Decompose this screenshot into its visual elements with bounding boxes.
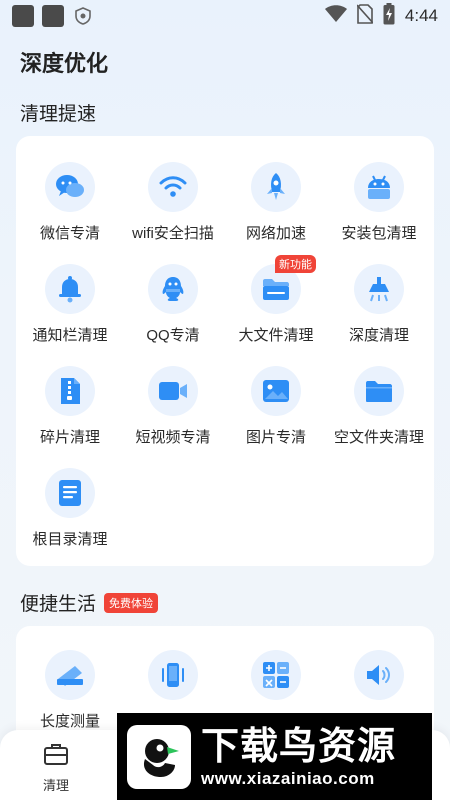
watermark-title: 下载鸟资源 xyxy=(201,725,397,768)
toolbox-icon xyxy=(43,742,69,771)
tool-phone-shake[interactable] xyxy=(121,650,225,700)
tool-root-dir-clean[interactable]: 根目录清理 xyxy=(18,468,122,549)
tool-label: 空文件夹清理 xyxy=(333,429,424,446)
tool-label: 长度测量 xyxy=(39,713,100,730)
tool-deep-clean[interactable]: 深度清理 xyxy=(327,264,431,345)
tool-wechat-clean[interactable]: 微信专清 xyxy=(18,162,122,243)
tool-image-clean[interactable]: 图片专清 xyxy=(224,366,328,447)
tool-label: 碎片清理 xyxy=(39,429,100,446)
tool-empty-folder-clean[interactable]: 空文件夹清理 xyxy=(327,366,431,447)
android-icon xyxy=(354,162,404,212)
qq-penguin-icon xyxy=(148,264,198,314)
tool-network-boost[interactable]: 网络加速 xyxy=(224,162,328,243)
folder-icon: 新功能 xyxy=(251,255,316,314)
rocket-icon xyxy=(251,162,301,212)
tool-apk-clean[interactable]: 安装包清理 xyxy=(327,162,431,243)
tool-fragment-clean[interactable]: 碎片清理 xyxy=(18,366,122,447)
tool-speaker[interactable] xyxy=(327,650,431,700)
tool-label: 通知栏清理 xyxy=(32,327,108,344)
new-feature-badge: 新功能 xyxy=(275,255,316,273)
watermark-url: www.xiazainiao.com xyxy=(201,768,375,788)
tool-label: 微信专清 xyxy=(39,225,100,242)
tool-label: 图片专清 xyxy=(245,429,306,446)
document-icon xyxy=(45,468,95,518)
tool-short-video-clean[interactable]: 短视频专清 xyxy=(121,366,225,447)
nav-item-clean[interactable]: 清理 xyxy=(30,742,82,794)
tool-label: wifi安全扫描 xyxy=(132,225,214,242)
section-title-cleanup: 清理提速 xyxy=(20,99,96,126)
status-bar-left xyxy=(12,5,94,27)
bell-icon xyxy=(45,264,95,314)
cleanup-tools-card: 微信专清 wifi安全扫描 网络加速 安装包清理 通知栏清理 QQ专清 新功能 … xyxy=(16,136,434,566)
cleanup-tools-grid: 微信专清 wifi安全扫描 网络加速 安装包清理 通知栏清理 QQ专清 新功能 … xyxy=(16,136,434,566)
section-title-life-text: 便捷生活 xyxy=(20,594,97,615)
tool-length-measure[interactable]: 长度测量 xyxy=(18,650,122,731)
page-title: 深度优化 xyxy=(20,51,109,76)
section-title-life: 便捷生活 免费体验 xyxy=(20,589,159,616)
status-bar-right: 4:44 xyxy=(324,2,438,30)
tool-label: 安装包清理 xyxy=(341,225,417,242)
wifi-icon xyxy=(148,162,198,212)
tool-notification-clean[interactable]: 通知栏清理 xyxy=(18,264,122,345)
section-title-cleanup-text: 清理提速 xyxy=(20,104,97,125)
no-sim-icon xyxy=(356,3,374,29)
video-camera-icon xyxy=(148,366,198,416)
status-time: 4:44 xyxy=(404,6,438,25)
tool-qq-clean[interactable]: QQ专清 xyxy=(121,264,225,345)
ruler-icon xyxy=(45,650,95,700)
app-square-icon xyxy=(42,5,64,27)
wifi-signal-icon xyxy=(324,4,347,28)
tool-wifi-scan[interactable]: wifi安全扫描 xyxy=(121,162,225,243)
tool-label: 根目录清理 xyxy=(32,531,108,548)
image-icon xyxy=(251,366,301,416)
tool-label: 大文件清理 xyxy=(238,327,314,344)
watermark-banner: 下载鸟资源 www.xiazainiao.com xyxy=(117,713,432,800)
shield-icon xyxy=(72,5,94,27)
tool-label: 短视频专清 xyxy=(135,429,211,446)
free-trial-badge: 免费体验 xyxy=(104,592,159,613)
bird-logo-icon xyxy=(127,724,191,789)
tool-label: QQ专清 xyxy=(146,327,200,344)
nav-label-clean: 清理 xyxy=(42,778,69,793)
tool-label: 深度清理 xyxy=(348,327,409,344)
tool-label: 网络加速 xyxy=(245,225,306,242)
speaker-icon xyxy=(354,650,404,700)
deep-clean-icon xyxy=(354,264,404,314)
phone-shake-icon xyxy=(148,650,198,700)
battery-charging-icon xyxy=(383,2,395,30)
tool-large-file-clean[interactable]: 新功能 大文件清理 xyxy=(224,255,328,345)
calculator-icon xyxy=(251,650,301,700)
watermark-text: 下载鸟资源 www.xiazainiao.com xyxy=(201,725,396,789)
tool-calculator[interactable] xyxy=(224,650,328,700)
status-bar: 4:44 xyxy=(0,0,450,32)
zip-file-icon xyxy=(45,366,95,416)
empty-folder-icon xyxy=(354,366,404,416)
wechat-icon xyxy=(45,162,95,212)
app-square-icon xyxy=(12,5,34,27)
